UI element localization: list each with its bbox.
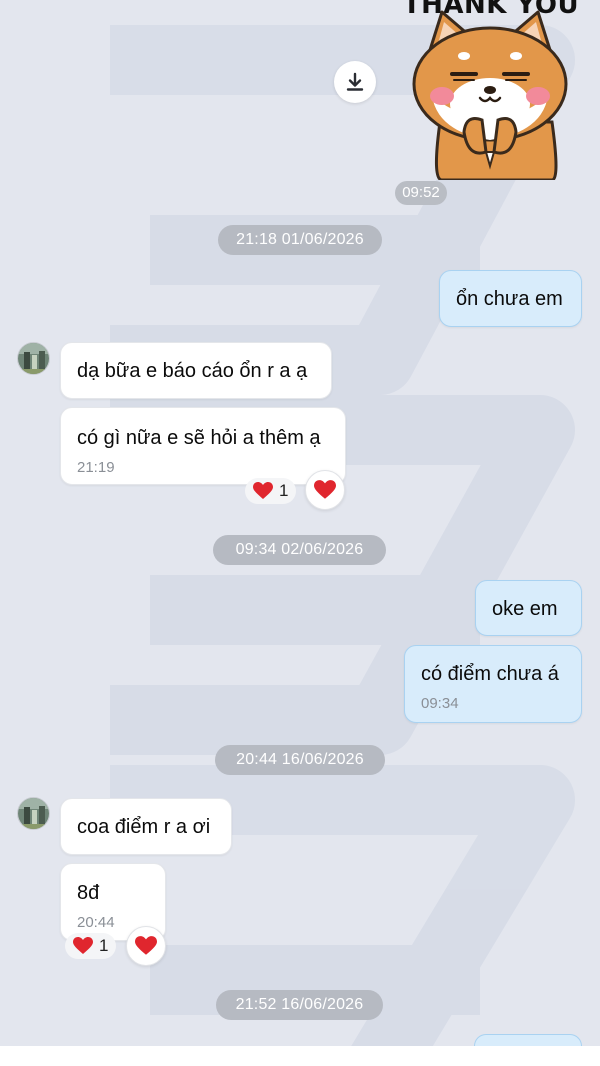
message-text: coa điểm r a ơi (77, 816, 211, 838)
message-text: oke em (492, 598, 558, 620)
message-text: dạ bữa e báo cáo ổn r a ạ (77, 360, 308, 382)
sticker-time: 09:52 (395, 181, 447, 205)
heart-icon (314, 480, 336, 499)
download-button[interactable] (334, 61, 376, 103)
bottom-input-bar (0, 1046, 600, 1066)
react-button[interactable] (126, 926, 166, 966)
message-time: 09:34 (421, 695, 459, 712)
react-button[interactable] (305, 470, 345, 510)
incoming-message[interactable]: có gì nữa e sẽ hỏi a thêm ạ 21:19 (60, 407, 346, 485)
download-icon (346, 72, 364, 91)
reaction-summary[interactable]: 1 (245, 478, 297, 504)
reaction-count: 1 (99, 936, 109, 955)
message-time: 21:19 (77, 459, 115, 476)
outgoing-message[interactable]: ổn chưa em (439, 270, 582, 327)
heart-icon (135, 936, 157, 955)
message-text: ổn chưa em (456, 288, 563, 310)
message-text: 8đ (77, 882, 100, 904)
heart-icon (253, 482, 273, 499)
avatar[interactable] (17, 797, 50, 830)
reaction-count: 1 (279, 481, 289, 500)
incoming-message[interactable]: coa điểm r a ơi (60, 798, 232, 855)
shiba-thank-you-sticker[interactable] (402, 0, 582, 180)
outgoing-message[interactable]: có điểm chưa á 09:34 (404, 645, 582, 723)
outgoing-message[interactable]: oke em (475, 580, 582, 636)
date-separator: 21:18 01/06/2026 (218, 225, 382, 255)
date-separator: 21:52 16/06/2026 (216, 990, 383, 1020)
heart-icon (73, 937, 93, 954)
date-separator: 09:34 02/06/2026 (213, 535, 386, 565)
incoming-message[interactable]: dạ bữa e báo cáo ổn r a ạ (60, 342, 332, 399)
message-text: có điểm chưa á (421, 663, 559, 685)
message-text: có gì nữa e sẽ hỏi a thêm ạ (77, 427, 321, 449)
reaction-summary[interactable]: 1 (65, 933, 117, 959)
date-separator: 20:44 16/06/2026 (215, 745, 385, 775)
avatar[interactable] (17, 342, 50, 375)
